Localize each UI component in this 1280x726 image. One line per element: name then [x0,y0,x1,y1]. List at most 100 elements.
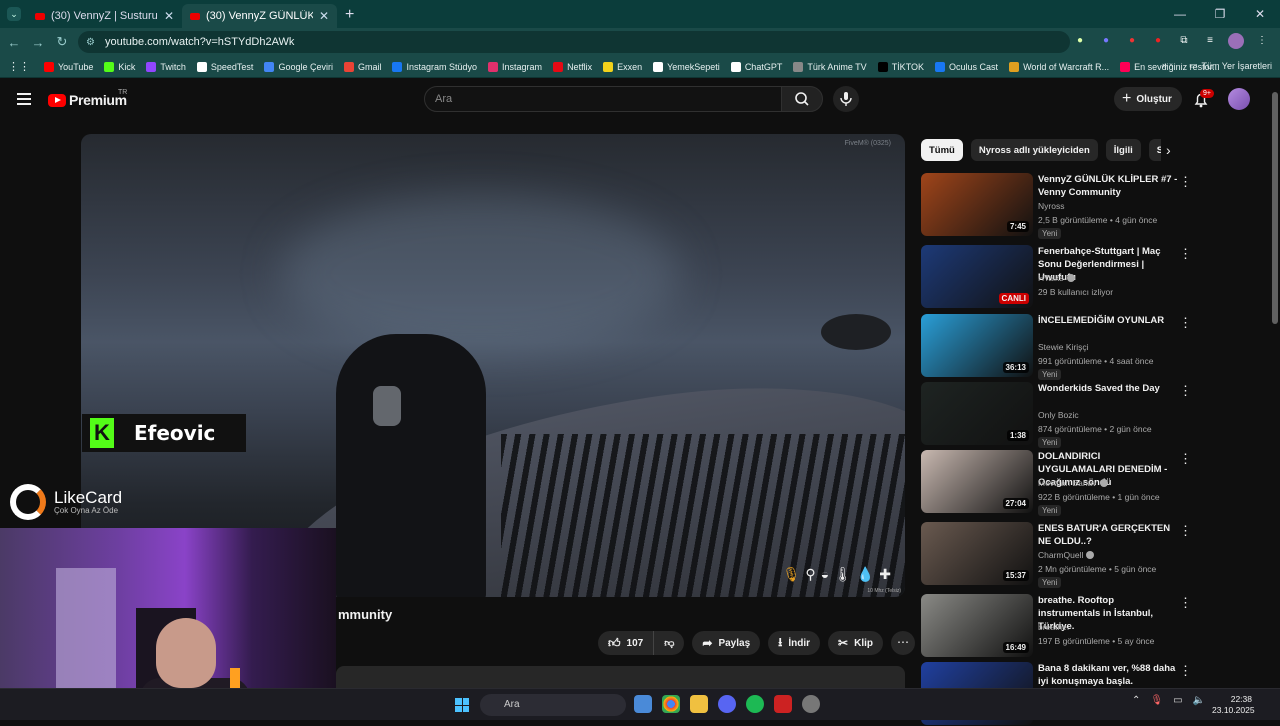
profile-avatar[interactable] [1228,33,1244,49]
clip-button[interactable]: ✂ Klip [828,631,883,655]
channel-name[interactable]: Mevtcan Bahav [1038,478,1108,488]
recommendation-item[interactable]: 16:49 breathe. Rooftop instrumentals in İ… [921,594,1192,658]
download-button[interactable]: ⭳ İndir [768,631,821,655]
recommendation-title[interactable]: Bana 8 dakikanı ver, %88 daha iyi konuşm… [1038,662,1178,688]
recommendation-title[interactable]: VennyZ GÜNLÜK KLİPLER #7 - Venny Communi… [1038,173,1178,199]
bookmark-9[interactable]: Exxen [603,61,642,72]
bookmark-2[interactable]: Twitch [146,61,186,72]
mic-tray-icon[interactable]: 🎙 [1150,695,1163,706]
dislike-button[interactable]: 👎︎ [654,631,685,655]
tab-search-button[interactable]: ⌄ [7,7,21,21]
youtube-logo[interactable]: Premium TR [48,89,127,108]
chip-uploader[interactable]: Nyross adlı yükleyiciden [970,139,1098,161]
recommendation-title[interactable]: Wonderkids Saved the Day [1038,382,1178,395]
chip-all[interactable]: Tümü [921,139,963,161]
extension-icon[interactable]: ● [1150,33,1166,49]
spotify-icon[interactable] [746,695,764,713]
reading-list-icon[interactable]: ≡ [1202,33,1218,49]
url-bar[interactable]: ⚙ youtube.com/watch?v=hSTYdDh2AWk [78,31,1070,53]
recommendation-item[interactable]: 27:04 DOLANDIRICI UYGULAMALARI DENEDİM - … [921,450,1192,516]
voicemeeter-icon[interactable] [774,695,792,713]
extension-icon[interactable]: ● [1072,33,1088,49]
steam-icon[interactable] [802,695,820,713]
close-icon[interactable]: ✕ [319,9,329,23]
chevron-right-icon[interactable]: › [1166,142,1171,158]
menu-icon[interactable]: ⋮ [1254,33,1270,49]
bookmark-13[interactable]: TİKTOK [877,61,924,72]
bookmark-14[interactable]: Oculus Cast [935,61,998,72]
bookmark-11[interactable]: ChatGPT [730,61,782,72]
bookmark-10[interactable]: YemekSepeti [653,61,720,72]
channel-name[interactable]: Stewie Kirişçi [1038,342,1089,352]
channel-name[interactable]: CharmQuell [1038,550,1095,560]
chevron-right-icon[interactable]: » [1162,60,1167,70]
more-options-icon[interactable]: ⋮ [1179,175,1192,188]
network-icon[interactable]: ▭ [1173,695,1182,706]
recommendation-item[interactable]: CANLI Fenerbahçe-Stuttgart | Maç Sonu Değ… [921,245,1192,309]
volume-icon[interactable]: 🔈 [1193,695,1205,706]
more-options-icon[interactable]: ⋮ [1179,596,1192,609]
recommendation-item[interactable]: 1:38 Wonderkids Saved the Day Only Bozic 87… [921,382,1192,448]
tab-0[interactable]: (30) VennyZ | Susturucu - YouTube ✕ [27,4,182,28]
account-avatar[interactable] [1228,88,1250,110]
puzzle-icon[interactable]: ⧉ [1176,33,1192,49]
extension-icon[interactable]: ● [1124,33,1140,49]
recommendation-item[interactable]: 15:37 ENES BATUR'A GERÇEKTEN NE OLDU..? Ch… [921,522,1192,588]
bookmark-1[interactable]: Kick [104,61,135,72]
page-scrollbar[interactable] [1272,92,1278,324]
back-icon[interactable]: ← [2,35,26,50]
maximize-button[interactable]: ❐ [1200,0,1240,28]
recommendation-item[interactable]: 36:13 İNCELEMEDİĞİM OYUNLAR Stewie Kirişçi… [921,314,1192,380]
chip-for-you[interactable]: Sizin için [1148,139,1161,161]
all-bookmarks[interactable]: ▭ Tüm Yer İşaretleri [1189,60,1272,71]
discord-icon[interactable] [718,695,736,713]
video-thumbnail[interactable]: 7:45 [921,173,1033,236]
video-thumbnail[interactable]: 27:04 [921,450,1033,513]
video-thumbnail[interactable]: CANLI [921,245,1033,308]
more-options-icon[interactable]: ⋮ [1179,452,1192,465]
site-info-icon[interactable]: ⚙ [86,37,95,48]
bookmark-0[interactable]: YouTube [44,61,93,72]
bookmark-12[interactable]: Türk Anime TV [793,61,867,72]
menu-icon[interactable] [17,93,31,105]
apps-icon[interactable]: ⋮⋮ [8,60,30,73]
create-button[interactable]: + Oluştur [1114,87,1182,111]
bookmark-5[interactable]: Gmail [343,61,381,72]
more-options-icon[interactable]: ⋮ [1179,664,1192,677]
more-options-icon[interactable]: ⋮ [1179,316,1192,329]
taskbar-search[interactable]: Ara [480,694,626,716]
bookmark-7[interactable]: Instagram [488,61,542,72]
recommendation-title[interactable]: ENES BATUR'A GERÇEKTEN NE OLDU..? [1038,522,1178,548]
clock[interactable]: 22:38 23.10.2025 [1212,694,1255,716]
photos-app-icon[interactable] [634,695,652,713]
forward-icon[interactable]: → [26,35,50,50]
voice-search-button[interactable] [833,86,859,112]
channel-name[interactable]: Nyross [1038,201,1064,211]
extension-icon[interactable]: ● [1098,33,1114,49]
video-thumbnail[interactable]: 1:38 [921,382,1033,445]
windows-start-icon[interactable] [455,698,469,712]
chevron-up-icon[interactable]: ⌃ [1132,695,1140,706]
new-tab-button[interactable]: + [345,6,354,24]
channel-name[interactable]: breathe. [1038,622,1069,632]
search-button[interactable] [781,86,823,112]
chip-related[interactable]: İlgili [1105,139,1141,161]
video-thumbnail[interactable]: 15:37 [921,522,1033,585]
reload-icon[interactable]: ↻ [50,34,74,50]
tab-1[interactable]: (30) VennyZ GÜNLÜK KLİPLER #7 ✕ [182,4,337,28]
more-actions-button[interactable]: ⋯ [890,631,915,655]
recommendation-item[interactable]: 7:45 VennyZ GÜNLÜK KLİPLER #7 - Venny Com… [921,173,1192,239]
minimize-button[interactable]: — [1160,0,1200,28]
more-options-icon[interactable]: ⋮ [1179,524,1192,537]
recommendation-title[interactable]: İNCELEMEDİĞİM OYUNLAR [1038,314,1178,327]
bookmark-8[interactable]: Netflix [553,61,592,72]
video-thumbnail[interactable]: 36:13 [921,314,1033,377]
search-input[interactable]: Ara [424,86,782,112]
channel-name[interactable]: Only Bozic [1038,410,1079,420]
window-close-button[interactable]: ✕ [1240,0,1280,28]
bookmark-4[interactable]: Google Çeviri [264,61,333,72]
chrome-icon[interactable] [662,695,680,713]
bookmark-3[interactable]: SpeedTest [196,61,253,72]
close-icon[interactable]: ✕ [164,9,174,23]
file-explorer-icon[interactable] [690,695,708,713]
